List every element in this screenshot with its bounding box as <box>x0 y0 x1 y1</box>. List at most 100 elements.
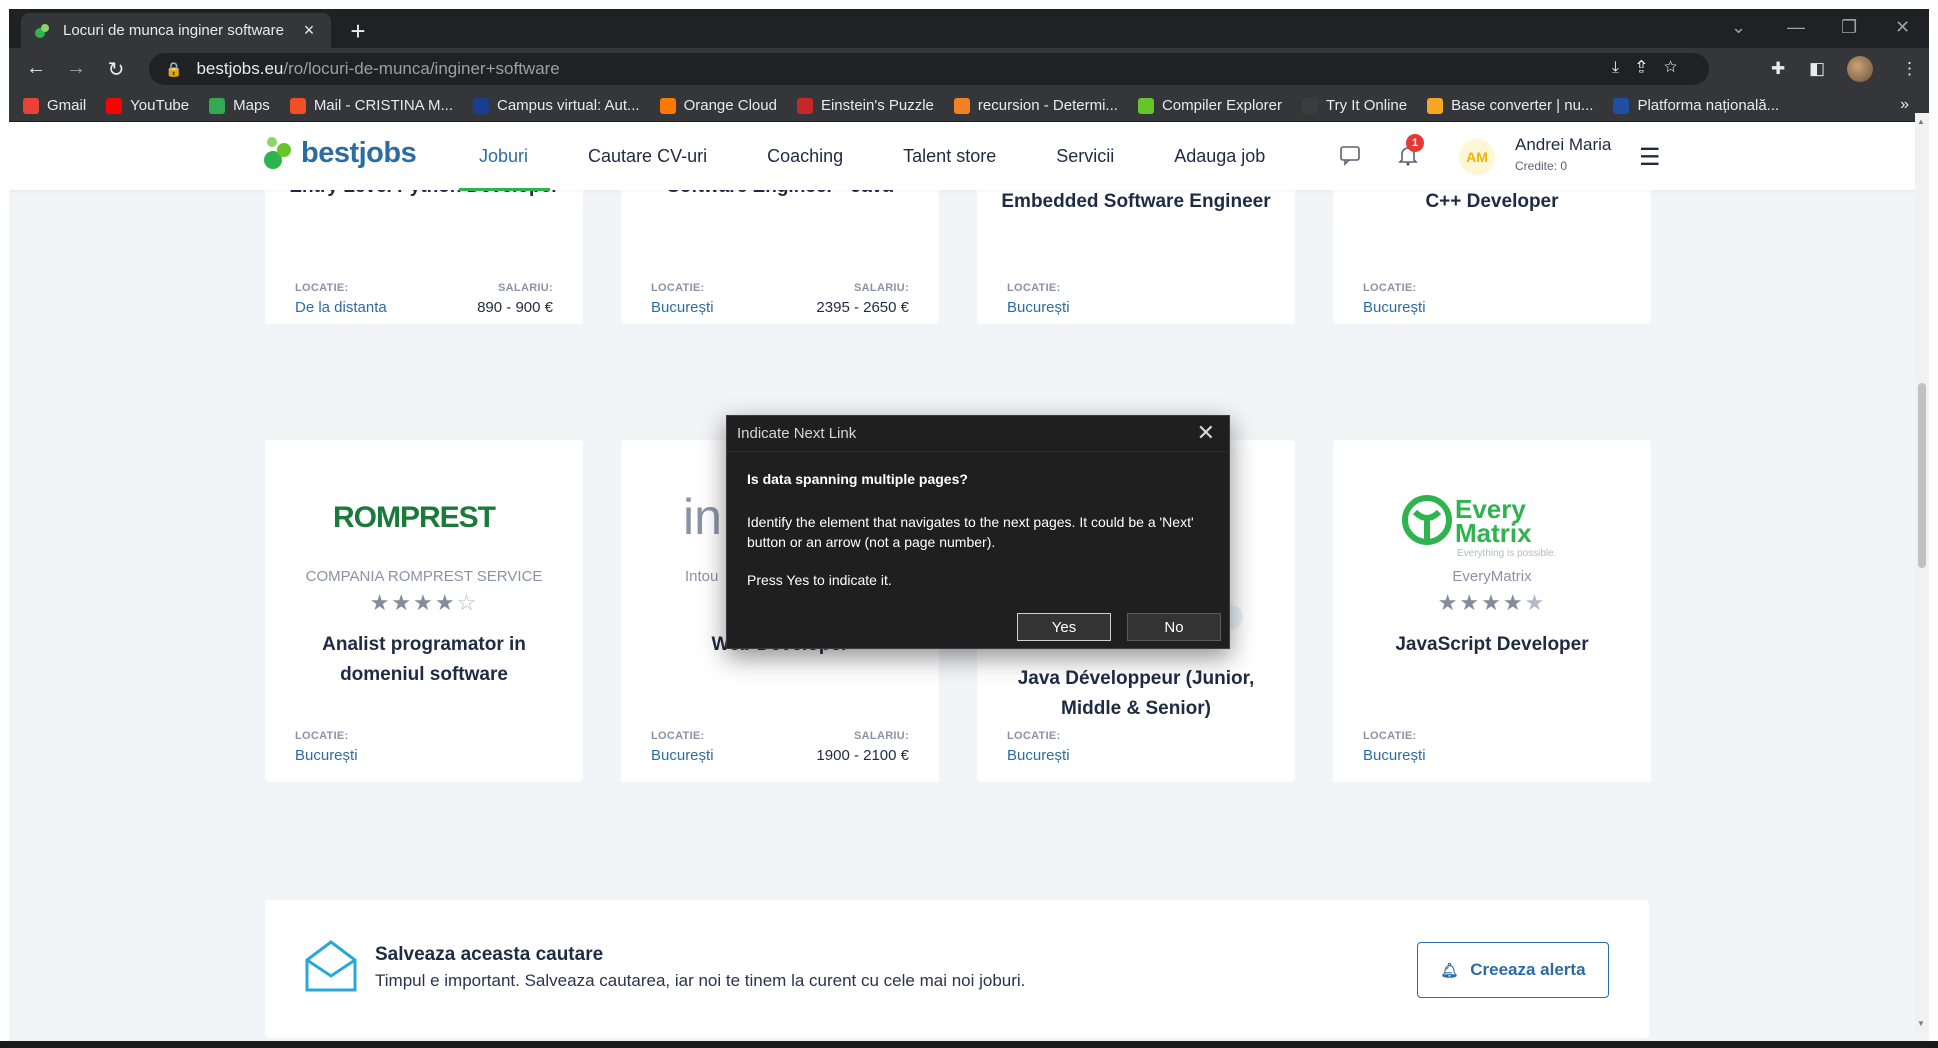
bookmark-item[interactable]: YouTube <box>106 97 189 114</box>
bestjobs-logo[interactable]: bestjobs <box>263 134 417 172</box>
location-label: LOCATIE: <box>1363 282 1417 294</box>
forward-icon[interactable]: → <box>63 57 89 80</box>
bookmark-item[interactable]: Maps <box>209 97 270 114</box>
url-path: /ro/locuri-de-munca/inginer+software <box>283 59 560 78</box>
rating-stars: ★★★★☆ <box>369 590 479 615</box>
notification-badge: 1 <box>1406 134 1424 152</box>
bookmark-label: Base converter | nu... <box>1451 97 1594 114</box>
location-label: LOCATIE: <box>295 282 349 294</box>
address-bar[interactable]: 🔒 bestjobs.eu/ro/locuri-de-munca/inginer… <box>149 53 1709 85</box>
logo-text: bestjobs <box>301 136 417 169</box>
tab-strip: Locuri de munca inginer software × + ⌄ —… <box>9 9 1929 48</box>
scroll-up-icon[interactable]: ▲ <box>1917 117 1925 126</box>
nav-talent-store[interactable]: Talent store <box>903 122 996 190</box>
job-location: București <box>1363 299 1426 316</box>
job-card[interactable]: ROMPREST COMPANIA ROMPREST SERVICE ★★★★☆… <box>265 440 583 782</box>
dialog-prompt: Press Yes to indicate it. <box>747 572 892 588</box>
bookmark-label: Orange Cloud <box>683 97 777 114</box>
bookmark-favicon-icon <box>796 97 813 114</box>
chat-icon[interactable] <box>1339 144 1361 172</box>
new-tab-icon[interactable]: + <box>345 16 371 47</box>
location-label: LOCATIE: <box>295 730 349 742</box>
bookmark-label: Maps <box>233 97 270 114</box>
bookmark-item[interactable]: Einstein's Puzzle <box>796 97 934 114</box>
nav-servicii[interactable]: Servicii <box>1056 122 1114 190</box>
nav-joburi[interactable]: Joburi <box>458 122 551 191</box>
location-label: LOCATIE: <box>1007 730 1061 742</box>
extensions-icon[interactable]: ✚ <box>1771 59 1785 79</box>
save-search-title: Salveaza aceasta cautare <box>375 944 604 965</box>
bell-outline-icon: 🔔︎ <box>1440 961 1459 978</box>
job-title: Analist programator in domeniul software <box>322 634 526 685</box>
user-name[interactable]: Andrei Maria <box>1515 135 1611 155</box>
location-label: LOCATIE: <box>1363 730 1417 742</box>
restore-icon[interactable]: ❐ <box>1841 17 1857 38</box>
bookmark-label: YouTube <box>130 97 190 114</box>
romprest-logo: ROMPREST <box>333 501 497 534</box>
bookmark-favicon-icon <box>953 97 970 114</box>
profile-avatar[interactable] <box>1847 56 1873 82</box>
side-panel-icon[interactable]: ◧ <box>1809 59 1825 79</box>
save-search-subtitle: Timpul e important. Salveaza cautarea, i… <box>375 971 1026 990</box>
browser-tab[interactable]: Locuri de munca inginer software × <box>21 13 331 48</box>
bookmark-label: Campus virtual: Aut... <box>497 97 640 114</box>
os-taskbar <box>0 1041 1938 1048</box>
bookmark-label: Gmail <box>47 97 87 114</box>
menu-kebab-icon[interactable]: ⋮ <box>1901 59 1918 79</box>
everymatrix-logo: Every Matrix Everything is possible. <box>1402 494 1557 559</box>
job-title: Embedded Software Engineer <box>1001 191 1271 212</box>
bookmark-item[interactable]: Compiler Explorer <box>1137 97 1282 114</box>
bookmark-item[interactable]: recursion - Determi... <box>953 97 1118 114</box>
job-card[interactable]: Every Matrix Everything is possible. Eve… <box>1333 440 1651 782</box>
bookmark-item[interactable]: Gmail <box>23 97 86 114</box>
bookmark-item[interactable]: Platforma națională... <box>1613 97 1779 114</box>
close-window-icon[interactable]: ✕ <box>1895 17 1910 38</box>
reload-icon[interactable]: ↻ <box>103 57 129 82</box>
hamburger-menu-icon[interactable]: ☰ <box>1639 143 1661 172</box>
job-title: Java Développeur (Junior, Middle & Senio… <box>1017 668 1255 719</box>
user-avatar[interactable]: AM <box>1459 139 1495 175</box>
dialog-close-icon[interactable]: ✕ <box>1197 420 1215 446</box>
bookmark-favicon-icon <box>659 97 676 114</box>
dialog-no-button[interactable]: No <box>1127 613 1221 641</box>
bookmark-item[interactable]: Mail - CRISTINA M... <box>289 97 453 114</box>
browser-toolbar: ← → ↻ 🔒 bestjobs.eu/ro/locuri-de-munca/i… <box>9 48 1929 90</box>
job-salary: 2395 - 2650 € <box>816 299 909 316</box>
scroll-down-icon[interactable]: ▼ <box>1917 1019 1925 1028</box>
tab-search-icon[interactable]: ⌄ <box>1731 17 1746 38</box>
dialog-divider <box>727 451 1229 452</box>
nav-cautare-cv[interactable]: Cautare CV-uri <box>588 122 707 190</box>
bookmark-item[interactable]: Orange Cloud <box>659 97 777 114</box>
bookmarks-overflow-icon[interactable]: » <box>1900 96 1909 114</box>
tab-title: Locuri de munca inginer software <box>63 22 284 39</box>
bookmark-item[interactable]: Campus virtual: Aut... <box>473 97 640 114</box>
create-alert-button[interactable]: 🔔︎ Creeaza alerta <box>1417 942 1609 998</box>
close-tab-icon[interactable]: × <box>299 20 319 41</box>
scrollbar-thumb[interactable] <box>1918 383 1926 568</box>
minimize-icon[interactable]: — <box>1787 17 1805 38</box>
page-scrollbar[interactable]: ▲ ▼ <box>1915 113 1929 1032</box>
bookmark-label: recursion - Determi... <box>977 97 1118 114</box>
back-icon[interactable]: ← <box>23 57 49 80</box>
omnibox-actions-icon[interactable]: ⤓⇪☆ <box>1612 59 1695 77</box>
bookmark-favicon-icon <box>209 97 226 114</box>
create-alert-label: Creeaza alerta <box>1470 960 1586 979</box>
bookmark-favicon-icon <box>23 97 39 114</box>
company-name: COMPANIA ROMPREST SERVICE <box>305 568 543 585</box>
browser-window: Locuri de munca inginer software × + ⌄ —… <box>9 9 1929 1041</box>
location-label: LOCATIE: <box>651 282 705 294</box>
bookmark-label: Platforma națională... <box>1637 97 1780 114</box>
romprest-logo-text: ROMPREST <box>333 501 496 534</box>
dialog-title: Indicate Next Link <box>737 425 857 442</box>
location-label: LOCATIE: <box>1007 282 1061 294</box>
bestjobs-logo-icon <box>264 137 291 169</box>
bookmark-item[interactable]: Try It Online <box>1301 97 1407 114</box>
nav-coaching[interactable]: Coaching <box>767 122 843 190</box>
save-search-panel: Salveaza aceasta cautare Timpul e import… <box>265 900 1649 1038</box>
bookmarks-bar: Gmail YouTube Maps Mail - CRISTINA M... Camp… <box>9 90 1929 122</box>
dialog-yes-button[interactable]: Yes <box>1017 613 1111 641</box>
nav-adauga-job[interactable]: Adauga job <box>1174 122 1265 190</box>
svg-text:Matrix: Matrix <box>1455 518 1532 548</box>
job-location: București <box>651 747 714 764</box>
bookmark-item[interactable]: Base converter | nu... <box>1427 97 1593 114</box>
